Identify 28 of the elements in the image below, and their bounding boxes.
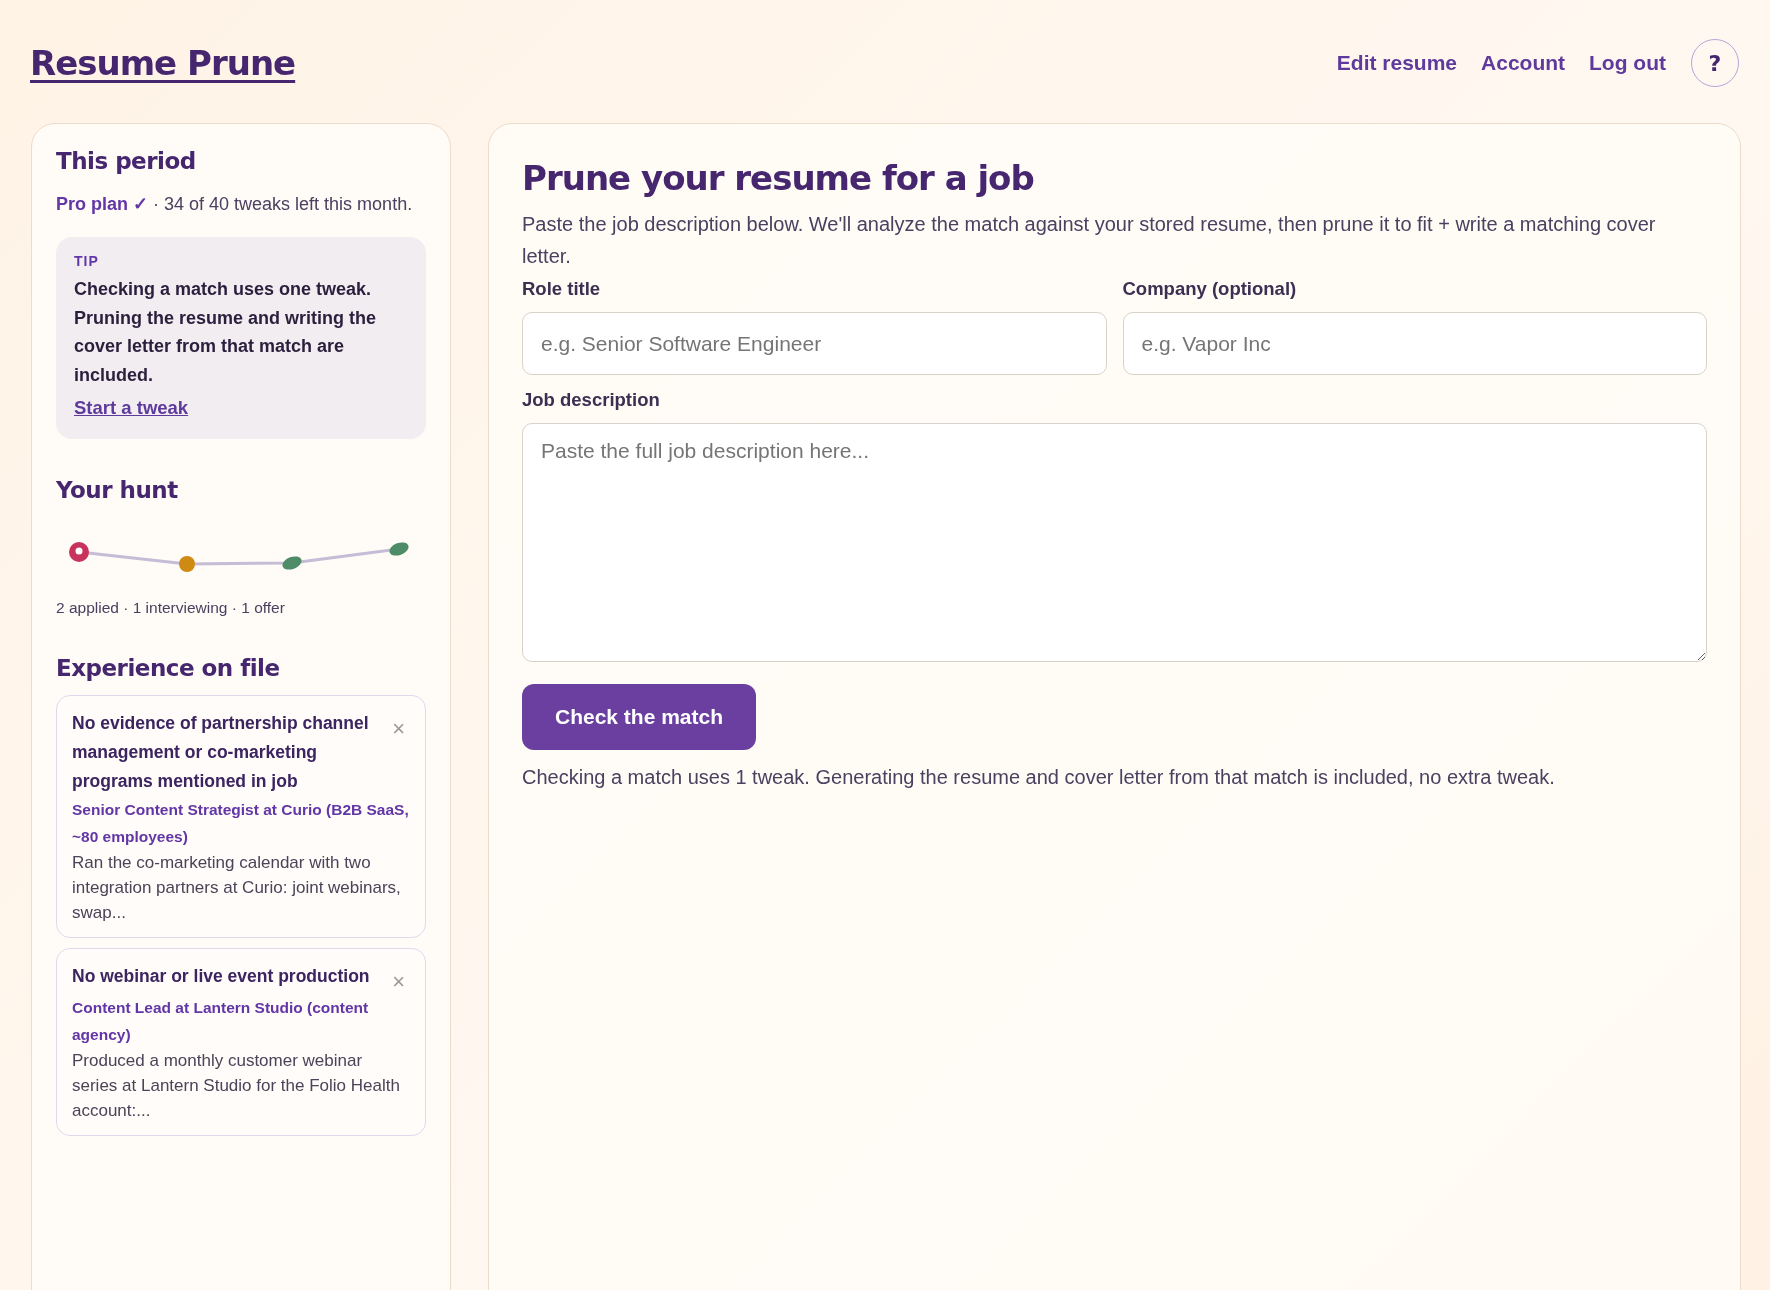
gap-title: No evidence of partnership channel management or co-marketing programs mentioned in job <box>72 712 370 793</box>
input-field[interactable]: e.g. Senior Software Engineer <box>522 312 1107 375</box>
nav-link[interactable]: Edit resume <box>1336 51 1458 75</box>
gap-title: No webinar or live event production <box>72 965 370 988</box>
role-title: Content Lead at Lantern Studio (content agency) <box>72 998 370 1045</box>
page-title: Prune your resume for a job <box>522 158 1035 198</box>
field-label: Company (optional) <box>1122 278 1298 300</box>
app-logo[interactable]: Resume Prune <box>30 43 296 83</box>
section-heading: This period <box>56 148 197 174</box>
plan-status: Pro plan ✓ · 34 of 40 tweaks left this month. <box>56 193 414 216</box>
start-tweak-link[interactable]: Start a tweak <box>74 397 189 418</box>
check-match-button[interactable]: Check the match <box>522 684 757 750</box>
experience-excerpt: Produced a monthly customer webinar series at Lantern Studio for the Folio Health account:... <box>72 1050 401 1122</box>
usage-note: Checking a match uses 1 tweak. Generating the resume and cover letter from that match is included, no extra tweak. <box>522 766 1556 789</box>
role-title: Senior Content Strategist at Curio (B2B SaaS, ~80 employees) <box>72 800 409 847</box>
experience-excerpt: Ran the co-marketing calendar with two integration partners at Curio: joint webinars, swap... <box>72 852 402 924</box>
intro-text: Paste the job description below. We'll analyze the match against your stored resume, then prune it to fit + write a matching cover letter. <box>522 212 1657 269</box>
field-label: Role title <box>522 278 602 300</box>
field-label: Job description <box>522 389 661 411</box>
tip-text: Checking a match uses one tweak. Pruning the resume and writing the cover letter from that match are included. <box>74 278 378 387</box>
tip-label: TIP <box>74 253 100 269</box>
nav-link[interactable]: Log out <box>1589 51 1666 75</box>
hunt-summary: 2 applied · 1 interviewing · 1 offer <box>56 599 286 617</box>
job-description-field[interactable]: Paste the full job description here... <box>522 423 1707 662</box>
nav-link[interactable]: Account <box>1481 51 1566 75</box>
section-heading: Experience on file <box>56 655 281 681</box>
input-field[interactable]: e.g. Vapor Inc <box>1122 312 1707 375</box>
section-heading: Your hunt <box>56 477 179 503</box>
